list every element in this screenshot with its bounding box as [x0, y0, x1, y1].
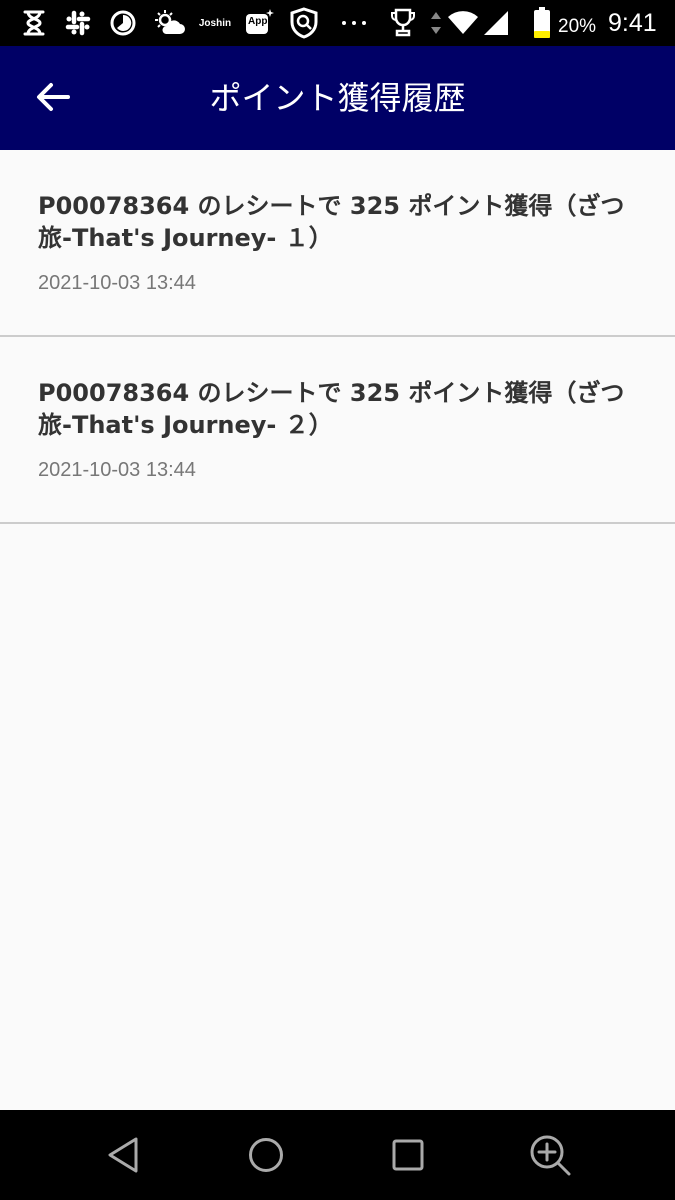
list-item[interactable]: P00078364 のレシートで 325 ポイント獲得（ざつ旅-That's J… — [0, 150, 675, 337]
zoom-in-icon — [530, 1135, 571, 1176]
app-bar: ポイント獲得履歴 — [0, 46, 675, 150]
back-button[interactable] — [30, 74, 76, 120]
app-label: App — [248, 16, 268, 27]
nav-zoom-button[interactable] — [527, 1132, 573, 1178]
history-item-date: 2021-10-03 13:44 — [38, 459, 196, 481]
battery-percent: 20% — [558, 16, 597, 37]
shield-search-icon — [288, 7, 320, 39]
wifi-icon — [446, 7, 480, 39]
history-item-title: P00078364 のレシートで 325 ポイント獲得（ざつ旅-That's J… — [38, 379, 625, 439]
signal-icon — [482, 7, 510, 39]
status-bar: Joshin App 20% 9:41 — [0, 0, 675, 46]
navigation-bar — [0, 1110, 675, 1200]
back-triangle-icon — [108, 1137, 138, 1173]
home-circle-icon — [249, 1138, 283, 1172]
more-dots-icon — [339, 7, 369, 39]
clock: 9:41 — [608, 9, 657, 37]
list-item[interactable]: P00078364 のレシートで 325 ポイント獲得（ざつ旅-That's J… — [0, 337, 675, 524]
recents-square-icon — [392, 1139, 424, 1171]
timer-icon — [108, 7, 138, 39]
arrow-left-icon — [37, 83, 70, 111]
nav-recents-button[interactable] — [385, 1132, 431, 1178]
nav-home-button[interactable] — [243, 1132, 289, 1178]
hourglass-icon — [20, 7, 48, 39]
battery-icon — [532, 7, 552, 39]
joshin-label: Joshin — [198, 17, 232, 29]
app-icon: App — [244, 7, 274, 39]
slack-icon — [63, 7, 93, 39]
page-title: ポイント獲得履歴 — [209, 79, 466, 117]
weather-icon — [153, 7, 187, 39]
history-item-date: 2021-10-03 13:44 — [38, 272, 196, 294]
joshin-icon: Joshin — [196, 7, 234, 39]
data-arrows-icon — [428, 7, 444, 39]
trophy-icon — [389, 7, 417, 39]
history-item-title: P00078364 のレシートで 325 ポイント獲得（ざつ旅-That's J… — [38, 192, 625, 252]
point-history-list: P00078364 のレシートで 325 ポイント獲得（ざつ旅-That's J… — [0, 150, 675, 524]
nav-back-button[interactable] — [100, 1132, 146, 1178]
